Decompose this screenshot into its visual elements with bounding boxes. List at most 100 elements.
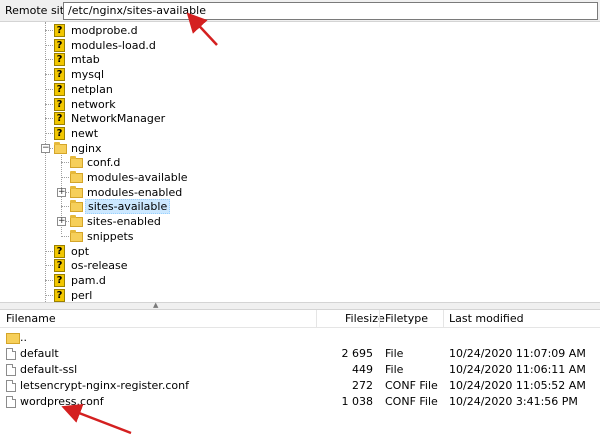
- tree-item[interactable]: sites-enabled: [70, 214, 370, 229]
- tree-item-label: modules-available: [87, 171, 188, 184]
- tree-connector-line: [45, 132, 53, 134]
- tree-item-label: conf.d: [87, 156, 121, 170]
- folder-icon: [70, 171, 83, 183]
- remote-directory-tree[interactable]: ? modprobe.d? modules-load.d? mtab? mysql? ne…: [0, 22, 600, 302]
- collapse-icon[interactable]: −: [41, 143, 50, 153]
- tree-item-label: NetworkManager: [71, 112, 166, 126]
- tree-item[interactable]: ? network: [54, 97, 354, 112]
- file-name-cell: letsencrypt-nginx-register.conf: [20, 379, 189, 392]
- tree-item-label: network: [71, 97, 116, 111]
- folder-icon: [70, 215, 83, 228]
- tree-item[interactable]: ? modules-load.d: [54, 38, 354, 53]
- tree-connector-line: [45, 74, 53, 76]
- question-folder-icon: ?: [54, 273, 65, 287]
- pane-splitter[interactable]: ▲: [0, 301, 600, 310]
- file-icon: [6, 396, 16, 408]
- tree-connector-line: [61, 162, 69, 164]
- expand-icon[interactable]: +: [57, 217, 66, 227]
- file-icon: [6, 348, 16, 360]
- question-folder-icon: ?: [54, 53, 65, 67]
- tree-connector-line: [61, 177, 69, 178]
- tree-item-label: modprobe.d: [71, 24, 138, 37]
- file-row[interactable]: wordpress.conf 1 038 CONF File 10/24/2020 3…: [0, 394, 600, 410]
- file-modified-cell: 10/24/2020 11:06:11 AM: [449, 363, 586, 376]
- tree-item-label: modules-enabled: [87, 185, 183, 199]
- column-header-filetype[interactable]: Filetype: [385, 310, 428, 328]
- column-separator[interactable]: [316, 310, 317, 328]
- file-size-cell: 272: [352, 379, 373, 392]
- tree-connector-line: [45, 30, 53, 31]
- folder-icon: [70, 200, 83, 213]
- tree-item[interactable]: ? mysql: [54, 67, 354, 82]
- folder-icon: [54, 141, 67, 154]
- question-folder-icon: ?: [54, 68, 65, 82]
- file-modified-cell: 10/24/2020 3:41:56 PM: [449, 395, 578, 408]
- tree-item-label: nginx: [71, 141, 102, 155]
- tree-item[interactable]: ? mtab: [54, 52, 354, 67]
- tree-item-label: mtab: [71, 53, 100, 67]
- tree-item[interactable]: ? modprobe.d: [54, 23, 354, 38]
- column-separator[interactable]: [443, 310, 444, 328]
- parent-directory-row[interactable]: ..: [0, 330, 600, 346]
- parent-directory-label: ..: [20, 331, 27, 344]
- tree-item-label: os-release: [71, 259, 128, 273]
- tree-connector-line: [45, 103, 53, 105]
- tree-item-label: modules-load.d: [71, 38, 156, 52]
- question-folder-icon: ?: [54, 288, 65, 302]
- file-size-cell: 2 695: [341, 347, 374, 360]
- question-folder-icon: ?: [54, 97, 65, 111]
- tree-item-label: sites-available: [85, 199, 171, 215]
- tree-item-label: netplan: [71, 82, 113, 96]
- tree-item-label: mysql: [71, 68, 104, 82]
- question-folder-icon: ?: [54, 82, 65, 96]
- tree-connector-line: [45, 279, 53, 281]
- tree-connector-line: [45, 44, 53, 46]
- tree-item[interactable]: ? newt: [54, 126, 354, 141]
- file-list[interactable]: .. default 2 695 File 10/24/2020 11:07:09 A…: [0, 328, 600, 445]
- tree-item-label: snippets: [87, 229, 134, 243]
- file-icon: [6, 380, 16, 392]
- tree-connector-line: [45, 59, 53, 61]
- column-header-last-modified[interactable]: Last modified: [449, 310, 524, 328]
- tree-item[interactable]: nginx: [54, 141, 354, 156]
- file-modified-cell: 10/24/2020 11:07:09 AM: [449, 347, 586, 360]
- tree-item[interactable]: ? netplan: [54, 82, 354, 97]
- file-size-cell: 1 038: [341, 395, 374, 408]
- question-folder-icon: ?: [54, 244, 65, 258]
- question-folder-icon: ?: [54, 259, 65, 273]
- column-separator[interactable]: [379, 310, 380, 328]
- folder-icon: [70, 185, 83, 198]
- file-type-cell: File: [385, 347, 404, 360]
- folder-icon: [70, 156, 83, 169]
- tree-connector-line: [61, 206, 69, 208]
- tree-item[interactable]: snippets: [70, 229, 370, 244]
- tree-item[interactable]: modules-available: [70, 170, 370, 185]
- tree-item[interactable]: ? NetworkManager: [54, 111, 354, 126]
- tree-connector-line: [45, 118, 53, 120]
- file-icon: [6, 364, 16, 376]
- tree-item-label: perl: [71, 288, 93, 302]
- column-header-filename[interactable]: Filename: [6, 310, 56, 328]
- tree-item-label: opt: [71, 244, 90, 258]
- tree-item-label: newt: [71, 126, 99, 140]
- tree-item[interactable]: sites-available: [70, 199, 370, 215]
- tree-item[interactable]: ? perl: [54, 288, 354, 302]
- file-list-header: Filename Filesize Filetype Last modified: [0, 310, 600, 328]
- remote-path-input[interactable]: /etc/nginx/sites-available: [63, 2, 598, 20]
- tree-connector-line: [45, 250, 53, 252]
- expand-icon[interactable]: +: [57, 187, 66, 197]
- file-row[interactable]: default 2 695 File 10/24/2020 11:07:09 AM: [0, 346, 600, 362]
- tree-item[interactable]: ? os-release: [54, 258, 354, 273]
- tree-connector-line: [45, 265, 53, 267]
- file-type-cell: CONF File: [385, 379, 438, 392]
- tree-item[interactable]: ? opt: [54, 244, 354, 259]
- file-name-cell: default-ssl: [20, 363, 78, 376]
- tree-item[interactable]: ? pam.d: [54, 273, 354, 288]
- remote-site-bar: Remote site: /etc/nginx/sites-available: [0, 0, 600, 22]
- tree-item[interactable]: modules-enabled: [70, 185, 370, 200]
- file-row[interactable]: default-ssl 449 File 10/24/2020 11:06:11 AM: [0, 362, 600, 378]
- folder-icon: [70, 229, 83, 242]
- tree-item[interactable]: conf.d: [70, 155, 370, 170]
- tree-item-label: pam.d: [71, 273, 106, 287]
- file-row[interactable]: letsencrypt-nginx-register.conf 272 CONF F…: [0, 378, 600, 394]
